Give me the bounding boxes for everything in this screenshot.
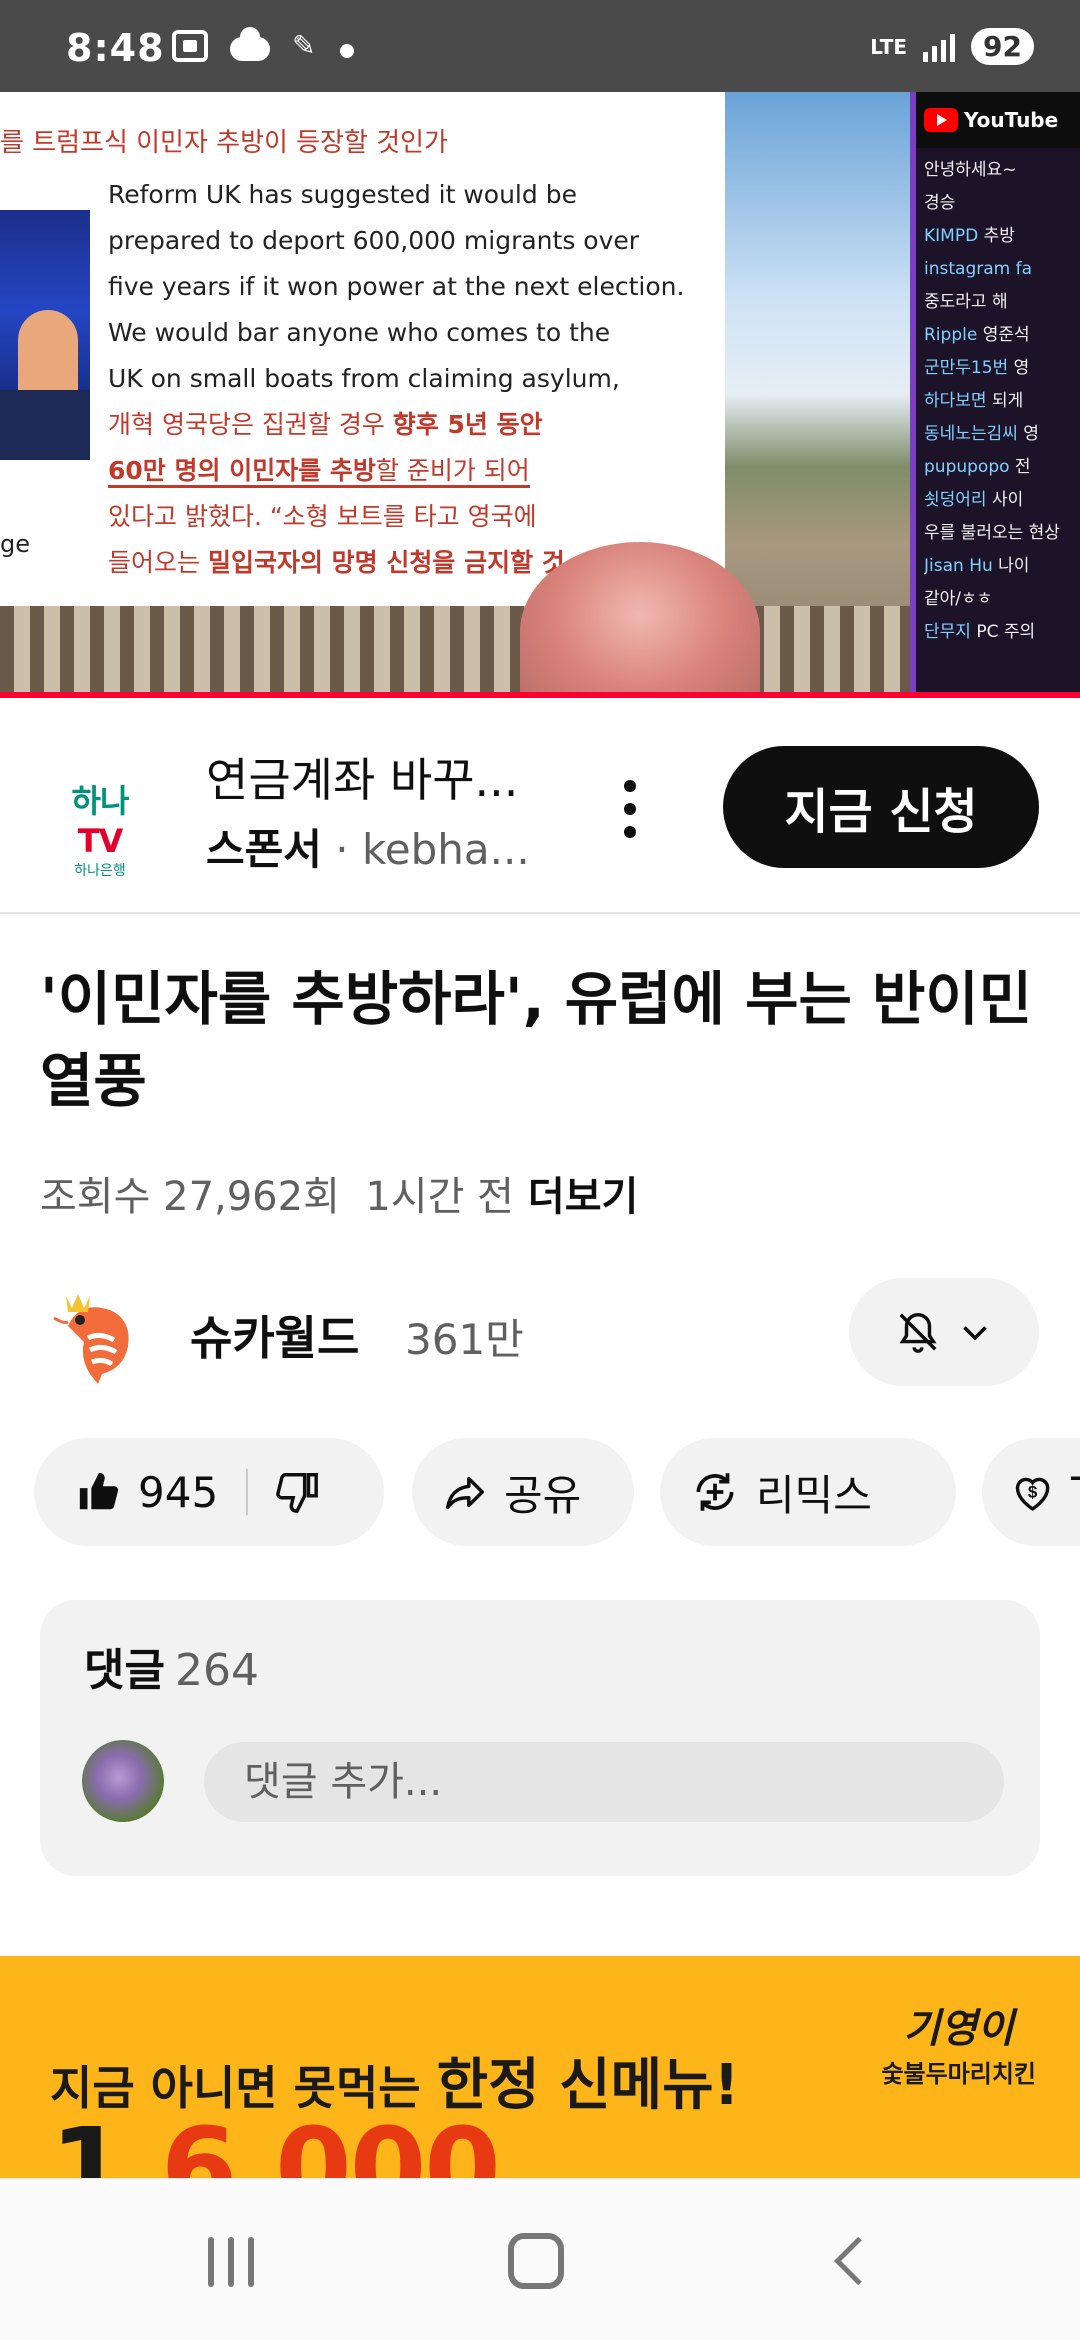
channel-avatar[interactable] — [40, 1280, 150, 1390]
network-type: LTE — [870, 34, 908, 59]
system-nav-bar — [0, 2178, 1080, 2340]
thanks-label: Thanks — [1071, 1468, 1080, 1517]
slide-line: prepared to deport 600,000 migrants over — [108, 226, 640, 255]
recent-apps-icon[interactable] — [208, 2237, 254, 2287]
slide-line-ko: 있다고 밝혔다. “소형 보트를 타고 영국에 — [108, 502, 537, 531]
banner-price: 1 6,000 — [50, 2104, 501, 2178]
comments-section[interactable]: 댓글 264 댓글 추가... — [40, 1600, 1040, 1876]
share-button[interactable]: 공유 — [412, 1438, 634, 1546]
advertiser-logo: 하나TV 하나은행 — [71, 782, 130, 879]
slide-line: UK on small boats from claiming asylum, — [108, 364, 620, 393]
ad-subtitle: 스폰서 · kebha... — [206, 825, 530, 874]
sponsored-ad-card[interactable]: 하나TV 하나은행 연금계좌 바꾸... 스폰서 · kebha... 지금 신… — [0, 698, 1080, 914]
home-icon[interactable] — [508, 2233, 564, 2289]
video-player[interactable]: 를 트럼프식 이민자 추방이 등장할 것인가 ge Reform UK has … — [0, 92, 1080, 696]
status-bar: 8:48 ✎ LTE 92 — [0, 0, 1080, 92]
status-system-icons: LTE 92 — [870, 28, 1034, 65]
remix-button[interactable]: 리믹스 — [660, 1438, 956, 1546]
signal-icon — [923, 32, 956, 62]
back-icon[interactable] — [820, 2231, 880, 2291]
slide-text: Reform UK has suggested it would be prep… — [108, 172, 728, 586]
thanks-heart-icon: $ — [1015, 1477, 1050, 1511]
chat-list: 안녕하세요~ 경승 KIMPD 추방 instagram fa 중도라고 해 Ripp… — [916, 148, 1080, 655]
chat-message: 중도라고 해 — [924, 292, 1008, 312]
youtube-logo-icon — [924, 108, 958, 132]
chat-message: pupupopo 전 — [924, 457, 1031, 477]
live-chat-overlay: YouTube 안녕하세요~ 경승 KIMPD 추방 instagram fa 중도… — [910, 92, 1080, 696]
subscription-notification-button[interactable] — [849, 1278, 1039, 1386]
like-icon[interactable] — [76, 1469, 122, 1515]
chat-message: Ripple 영준석 — [924, 325, 1030, 345]
chat-message: 쇳덩어리 사이 — [924, 490, 1024, 510]
speaker-photo — [0, 210, 90, 460]
more-link[interactable]: 더보기 — [528, 1174, 638, 1220]
slide-line-ko: 개혁 영국당은 집권할 경우 향후 5년 동안 — [108, 410, 543, 439]
subscriber-count: 361만 — [405, 1315, 524, 1364]
slide-line-ko: 60만 명의 이민자를 추방할 준비가 되어 — [108, 448, 728, 494]
chat-message: 군만두15번 영 — [924, 358, 1030, 378]
user-avatar — [82, 1740, 164, 1822]
video-meta[interactable]: 조회수 27,962회 1시간 전 더보기 — [40, 1164, 638, 1222]
banner-brand-logo: 기영이 숯불두마리치킨 — [881, 2006, 1036, 2088]
video-title[interactable]: '이민자를 추방하라', 유럽에 부는 반이민 열풍 — [40, 958, 1040, 1122]
chevron-down-icon — [963, 1326, 987, 1341]
upload-time: 1시간 전 — [365, 1174, 514, 1220]
thanks-button[interactable]: $ Thanks — [982, 1438, 1080, 1546]
chat-message: KIMPD 추방 — [924, 226, 1015, 246]
dislike-icon[interactable] — [274, 1469, 320, 1515]
chat-message: 단무지 PC 주의 — [924, 622, 1036, 642]
more-vert-icon[interactable] — [610, 774, 650, 844]
add-comment-input[interactable]: 댓글 추가... — [204, 1742, 1004, 1822]
slide-line: five years if it won power at the next e… — [108, 272, 685, 301]
status-time: 8:48 — [66, 26, 165, 70]
chat-message: 동네노는김씨 영 — [924, 424, 1039, 444]
share-label: 공유 — [504, 1470, 582, 1520]
chat-message: 우를 불러오는 현상 — [924, 523, 1060, 543]
banner-ad[interactable]: 지금 아니면 못먹는 한정 신메뉴! 1 6,000 기영이 숯불두마리치킨 — [0, 1956, 1080, 2178]
chat-message: 하다보면 되게 — [924, 391, 1024, 411]
slide-title: 를 트럼프식 이민자 추방이 등장할 것인가 — [0, 128, 448, 158]
svg-text:$: $ — [1028, 1483, 1038, 1502]
pen-icon: ✎ — [292, 29, 316, 62]
chat-message: 같아/ㅎㅎ — [924, 589, 993, 609]
share-icon — [446, 1476, 484, 1510]
comments-header: 댓글 264 — [84, 1645, 259, 1696]
ad-title[interactable]: 연금계좌 바꾸... — [206, 744, 518, 810]
battery-icon: 92 — [971, 28, 1034, 65]
chat-brand: YouTube — [964, 108, 1059, 132]
like-dislike-pill: 945 — [34, 1438, 384, 1546]
chat-message: Jisan Hu 나이 — [924, 556, 1030, 576]
view-count: 조회수 27,962회 — [40, 1174, 340, 1220]
chat-message: instagram fa — [924, 259, 1033, 279]
comment-count: 264 — [174, 1645, 259, 1696]
like-count[interactable]: 945 — [138, 1468, 218, 1517]
action-row: 945 공유 리믹스 $ Thanks — [34, 1438, 1080, 1546]
channel-name[interactable]: 슈카월드 — [190, 1302, 359, 1368]
screenshot-icon — [172, 30, 208, 62]
cloud-icon — [230, 27, 270, 61]
status-notification-icons: ✎ — [172, 27, 354, 62]
slide-line: We would bar anyone who comes to the — [108, 318, 611, 347]
ad-cta-button[interactable]: 지금 신청 — [723, 746, 1039, 868]
slide-caption: ge — [0, 530, 30, 558]
bell-off-icon — [899, 1313, 937, 1353]
chat-header: YouTube — [916, 92, 1080, 148]
remix-icon — [696, 1473, 734, 1511]
chat-message: 안녕하세요~ — [924, 160, 1017, 180]
dot-icon — [340, 44, 354, 58]
chat-message: 경승 — [924, 193, 956, 213]
slide-line: Reform UK has suggested it would be — [108, 180, 577, 209]
remix-label: 리믹스 — [756, 1470, 872, 1520]
